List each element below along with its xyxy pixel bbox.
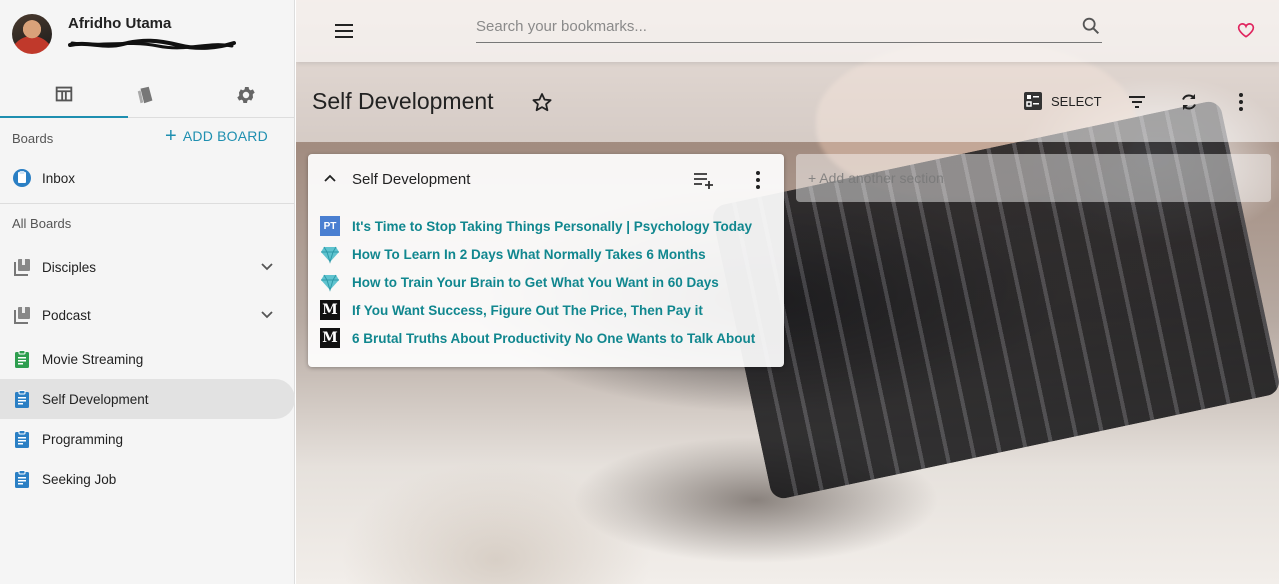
- all-boards-heading: All Boards: [12, 216, 72, 231]
- sidebar-item-seeking-job[interactable]: Seeking Job: [0, 459, 295, 499]
- gear-icon: [237, 87, 255, 103]
- sidebar-item-programming[interactable]: Programming: [0, 419, 295, 459]
- add-section-label: + Add another section: [808, 170, 944, 186]
- bookmark-item[interactable]: PT It's Time to Stop Taking Things Perso…: [320, 215, 752, 237]
- select-list-icon: [1024, 92, 1042, 110]
- divider: [0, 203, 295, 204]
- bookmark-section: Self Development PT It's Time to Stop Ta…: [308, 154, 784, 367]
- sidebar: Afridho Utama Boards + ADD BOARD Inbox A…: [0, 0, 295, 584]
- gem-icon: [320, 272, 340, 292]
- heart-icon[interactable]: [1236, 20, 1256, 40]
- avatar[interactable]: [12, 14, 52, 54]
- psychology-today-favicon: PT: [320, 216, 340, 236]
- chevron-down-icon[interactable]: [259, 259, 275, 275]
- section-header: Self Development: [308, 154, 784, 204]
- bookmark-title: How To Learn In 2 Days What Normally Tak…: [352, 246, 706, 262]
- playlist-add-icon[interactable]: [692, 169, 716, 191]
- sidebar-item-disciples[interactable]: Disciples: [0, 247, 295, 287]
- board-title-bar: Self Development SELECT: [296, 62, 1279, 142]
- clipboard-icon: [12, 389, 32, 409]
- sidebar-item-label: Inbox: [42, 170, 76, 186]
- chevron-down-icon[interactable]: [259, 307, 275, 323]
- sidebar-item-inbox[interactable]: Inbox: [0, 158, 295, 198]
- bookmark-title: If You Want Success, Figure Out The Pric…: [352, 302, 703, 318]
- select-label: SELECT: [1051, 93, 1102, 109]
- medium-favicon: M: [320, 300, 340, 320]
- bookmark-item[interactable]: How To Learn In 2 Days What Normally Tak…: [320, 243, 706, 265]
- sidebar-item-self-development[interactable]: Self Development: [0, 379, 295, 419]
- sidebar-item-label: Seeking Job: [42, 471, 117, 487]
- medium-favicon: M: [320, 328, 340, 348]
- filter-icon[interactable]: [1125, 90, 1149, 114]
- bookmark-title: 6 Brutal Truths About Productivity No On…: [352, 330, 756, 346]
- board-table-icon: [55, 86, 73, 102]
- menu-icon[interactable]: [332, 19, 356, 43]
- sidebar-item-label: Self Development: [42, 391, 149, 407]
- redacted-email: [68, 38, 236, 50]
- bookmark-item[interactable]: M 6 Brutal Truths About Productivity No …: [320, 327, 755, 349]
- add-board-button[interactable]: + ADD BOARD: [165, 125, 268, 147]
- inbox-icon: [12, 168, 32, 188]
- chevron-up-icon[interactable]: [321, 170, 339, 188]
- sidebar-item-label: Disciples: [42, 259, 97, 275]
- sidebar-tabs: [0, 72, 295, 118]
- cards-icon: [137, 86, 153, 104]
- bookmark-title: How to Train Your Brain to Get What You …: [352, 274, 719, 290]
- library-icon: [12, 305, 32, 325]
- clipboard-icon: [12, 349, 32, 369]
- section-title: Self Development: [352, 171, 471, 188]
- star-icon[interactable]: [530, 91, 554, 115]
- select-button[interactable]: SELECT: [1023, 91, 1102, 111]
- profile-name: Afridho Utama: [68, 15, 172, 32]
- add-section-button[interactable]: + Add another section: [796, 154, 1271, 202]
- sidebar-item-label: Podcast: [42, 307, 91, 323]
- profile-header: Afridho Utama: [0, 0, 295, 72]
- bookmark-title: It's Time to Stop Taking Things Personal…: [352, 218, 753, 234]
- sidebar-item-podcast[interactable]: Podcast: [0, 295, 295, 335]
- search-input[interactable]: [476, 12, 1066, 40]
- more-vert-icon[interactable]: [1229, 90, 1253, 114]
- search-icon[interactable]: [1080, 15, 1102, 37]
- plus-icon: +: [165, 125, 177, 147]
- clipboard-icon: [12, 469, 32, 489]
- bookmark-item[interactable]: M If You Want Success, Figure Out The Pr…: [320, 299, 703, 321]
- tab-settings[interactable]: [182, 72, 310, 118]
- more-vert-icon[interactable]: [748, 169, 768, 191]
- sidebar-item-label: Programming: [42, 431, 124, 447]
- sidebar-item-movie-streaming[interactable]: Movie Streaming: [0, 339, 295, 379]
- library-icon: [12, 257, 32, 277]
- clipboard-icon: [12, 429, 32, 449]
- sidebar-item-label: Movie Streaming: [42, 351, 144, 367]
- search-bar: [476, 12, 1102, 43]
- board-area: Self Development SELECT Self Development…: [296, 0, 1279, 584]
- page-title: Self Development: [312, 88, 494, 114]
- refresh-icon[interactable]: [1177, 90, 1201, 114]
- gem-icon: [320, 244, 340, 264]
- bookmark-item[interactable]: How to Train Your Brain to Get What You …: [320, 271, 719, 293]
- top-app-bar: [296, 0, 1279, 62]
- add-board-label: ADD BOARD: [182, 128, 268, 144]
